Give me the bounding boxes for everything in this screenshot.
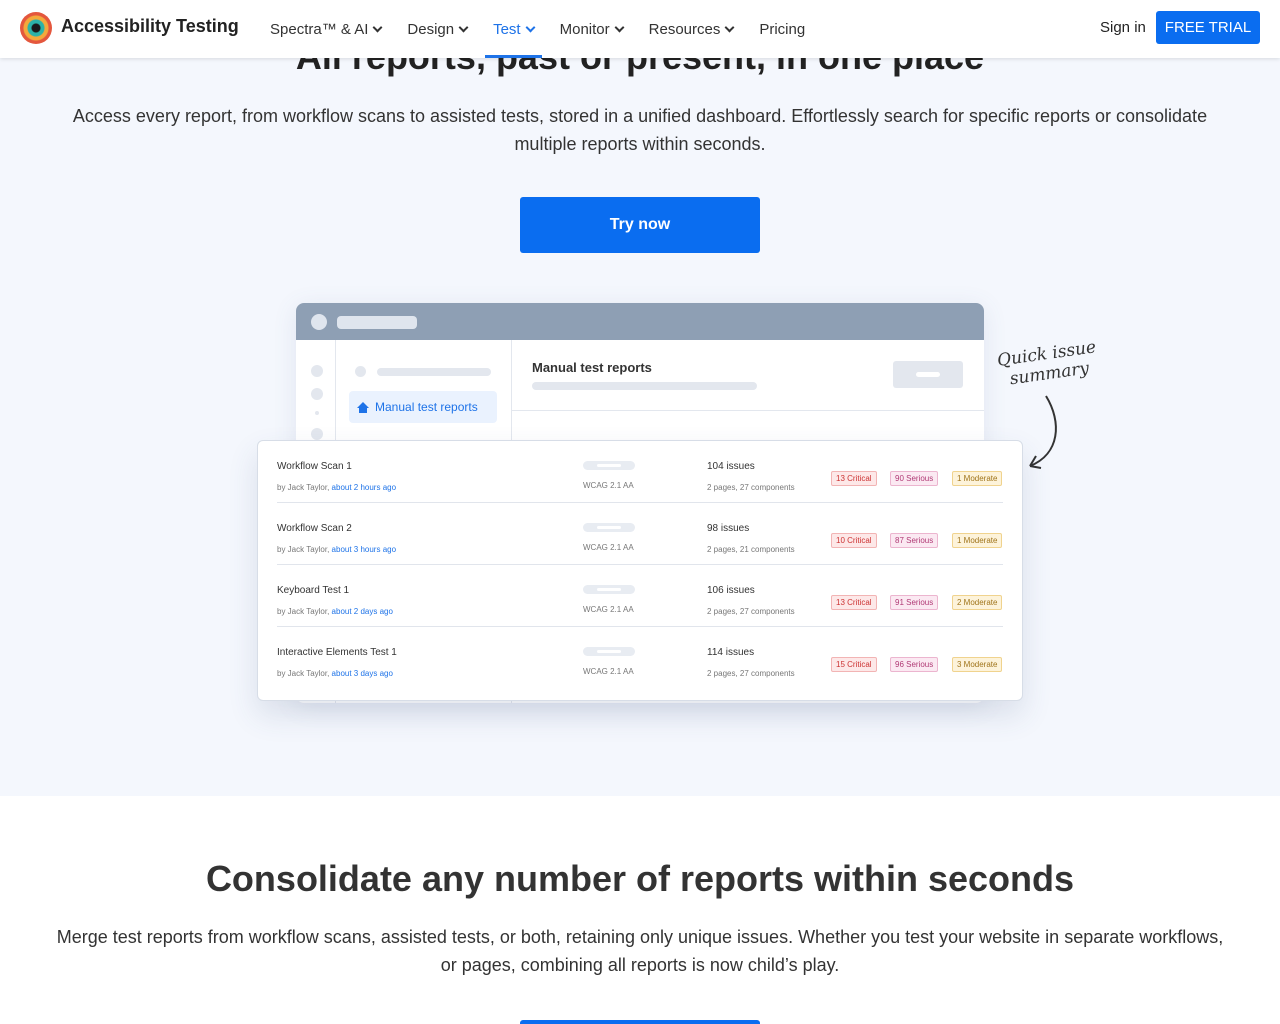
report-name: Workflow Scan 1	[277, 461, 352, 472]
issue-count: 114 issues	[707, 647, 755, 658]
consolidate-section: Consolidate any number of reports within…	[0, 796, 1280, 1024]
placeholder-pill	[583, 523, 635, 532]
main-title: Manual test reports	[532, 360, 652, 375]
author-text: by Jack Taylor,	[277, 483, 332, 492]
hero-description: Access every report, from workflow scans…	[72, 106, 1208, 154]
report-standard: WCAG 2.1 AA	[583, 605, 634, 614]
report-author: by Jack Taylor, about 3 days ago	[277, 669, 393, 678]
critical-badge: 15 Critical	[831, 657, 877, 672]
sign-in-link[interactable]: Sign in	[1100, 19, 1146, 36]
critical-badge: 13 Critical	[831, 595, 877, 610]
section-title: Consolidate any number of reports within…	[205, 858, 1075, 899]
placeholder-line	[532, 382, 757, 390]
curved-arrow-icon	[1029, 395, 1057, 469]
report-time-link[interactable]: about 3 days ago	[332, 669, 393, 678]
sidebar-item-manual-test-reports[interactable]: Manual test reports	[349, 391, 497, 423]
main-header: Manual test reports	[512, 340, 984, 411]
free-trial-button[interactable]: FREE TRIAL	[1156, 11, 1260, 44]
menu-item-pricing[interactable]: Pricing	[751, 0, 813, 58]
report-author: by Jack Taylor, about 3 hours ago	[277, 545, 396, 554]
logo-icon[interactable]	[20, 12, 52, 44]
section-cta-button[interactable]	[520, 1020, 760, 1024]
placeholder-pill	[583, 461, 635, 470]
issue-count: 104 issues	[707, 461, 755, 472]
try-now-button[interactable]: Try now	[520, 197, 760, 253]
menu-label: Pricing	[759, 20, 806, 38]
window-titlebar	[296, 303, 984, 340]
brand-name[interactable]: Accessibility Testing	[61, 16, 239, 37]
pages-components: 2 pages, 21 components	[707, 545, 795, 554]
pages-components: 2 pages, 27 components	[707, 483, 795, 492]
placeholder-button	[893, 361, 963, 388]
author-text: by Jack Taylor,	[277, 669, 332, 678]
pages-components: 2 pages, 27 components	[707, 669, 795, 678]
chevron-down-icon	[614, 22, 625, 32]
report-author: by Jack Taylor, about 2 days ago	[277, 607, 393, 616]
author-text: by Jack Taylor,	[277, 545, 332, 554]
serious-badge: 96 Serious	[890, 657, 939, 672]
moderate-badge: 2 Moderate	[952, 595, 1003, 610]
report-standard: WCAG 2.1 AA	[583, 543, 634, 552]
annotation-text: Quick issue summary	[995, 337, 1098, 390]
serious-badge: 91 Serious	[890, 595, 939, 610]
menu-label: Spectra™ & AI	[270, 20, 369, 38]
menu-item-resources[interactable]: Resources	[641, 0, 742, 58]
serious-badge: 87 Serious	[890, 533, 939, 548]
chevron-down-icon	[724, 22, 735, 32]
moderate-badge: 3 Moderate	[952, 657, 1003, 672]
section-description: Merge test reports from workflow scans, …	[56, 927, 1224, 975]
top-navigation: Accessibility Testing Spectra™ & AI Desi…	[0, 0, 1280, 58]
main-menu: Spectra™ & AI Design Test Monitor Resour…	[262, 0, 823, 58]
sidebar-item-label: Manual test reports	[375, 400, 478, 414]
report-time-link[interactable]: about 2 hours ago	[332, 483, 397, 492]
menu-label: Resources	[648, 20, 721, 38]
table-row[interactable]: Workflow Scan 2 by Jack Taylor, about 3 h…	[277, 503, 1003, 565]
table-row[interactable]: Interactive Elements Test 1 by Jack Taylo…	[277, 627, 1003, 689]
report-time-link[interactable]: about 3 hours ago	[332, 545, 397, 554]
issue-count: 98 issues	[707, 523, 750, 534]
menu-label: Design	[407, 20, 455, 38]
issue-count: 106 issues	[707, 585, 755, 596]
report-standard: WCAG 2.1 AA	[583, 481, 634, 490]
placeholder-pill	[583, 647, 635, 656]
report-name: Interactive Elements Test 1	[277, 647, 397, 658]
moderate-badge: 1 Moderate	[952, 471, 1003, 486]
report-time-link[interactable]: about 2 days ago	[332, 607, 393, 616]
report-standard: WCAG 2.1 AA	[583, 667, 634, 676]
menu-item-test[interactable]: Test	[485, 0, 542, 58]
author-text: by Jack Taylor,	[277, 607, 332, 616]
critical-badge: 13 Critical	[831, 471, 877, 486]
critical-badge: 10 Critical	[831, 533, 877, 548]
moderate-badge: 1 Moderate	[952, 533, 1003, 548]
chevron-down-icon	[525, 22, 536, 32]
report-list: Workflow Scan 1 by Jack Taylor, about 2 h…	[257, 440, 1023, 701]
report-author: by Jack Taylor, about 2 hours ago	[277, 483, 396, 492]
menu-item-design[interactable]: Design	[399, 0, 475, 58]
chevron-down-icon	[372, 22, 383, 32]
serious-badge: 90 Serious	[890, 471, 939, 486]
menu-item-spectra[interactable]: Spectra™ & AI	[262, 0, 389, 58]
pages-components: 2 pages, 27 components	[707, 607, 795, 616]
menu-label: Monitor	[559, 20, 610, 38]
table-row[interactable]: Workflow Scan 1 by Jack Taylor, about 2 h…	[277, 441, 1003, 503]
menu-label: Test	[493, 20, 521, 38]
table-row[interactable]: Keyboard Test 1 by Jack Taylor, about 2 d…	[277, 565, 1003, 627]
menu-item-monitor[interactable]: Monitor	[552, 0, 631, 58]
placeholder-pill	[583, 585, 635, 594]
home-icon	[357, 401, 369, 413]
report-name: Workflow Scan 2	[277, 523, 352, 534]
report-name: Keyboard Test 1	[277, 585, 350, 596]
chevron-down-icon	[458, 22, 469, 32]
hero-section: All reports, past or present, in one pla…	[0, 0, 1280, 796]
